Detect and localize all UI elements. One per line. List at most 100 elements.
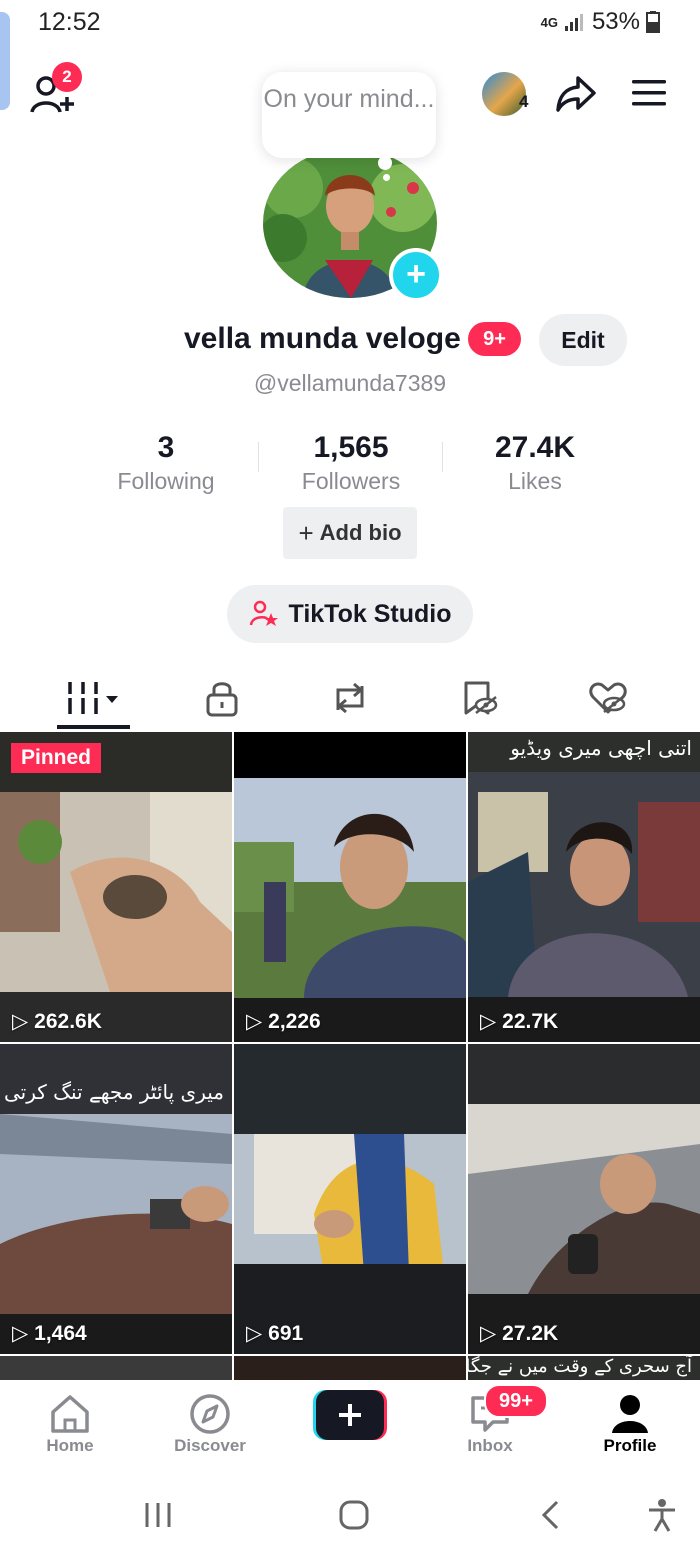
video-tile[interactable]: ▷ 2,226 [234, 732, 466, 1042]
stat-label: Followers [301, 468, 401, 494]
stat-label: Following [117, 468, 215, 494]
back-button[interactable] [520, 1490, 580, 1540]
video-caption: میری پائٹر مجھے تنگ کرتی ہے [0, 1080, 224, 1104]
view-count-value: 691 [268, 1321, 304, 1345]
add-bio-label: Add bio [319, 520, 402, 545]
stat-value: 3 [157, 431, 175, 464]
video-tile[interactable] [234, 1356, 466, 1382]
video-tile[interactable]: ▷ 27.2K [468, 1044, 700, 1354]
pinned-badge: Pinned [11, 743, 102, 773]
view-count: ▷ 22.7K [480, 1009, 558, 1034]
favorites-icon [464, 681, 498, 715]
view-count-value: 2,226 [268, 1009, 321, 1033]
tab-private[interactable] [172, 670, 272, 726]
nav-profile[interactable]: Profile [580, 1392, 680, 1456]
bubble-tail [378, 156, 392, 170]
plus-icon: + [298, 517, 314, 548]
accessibility-icon [649, 1499, 675, 1532]
home-icon [51, 1395, 89, 1433]
back-icon [541, 1500, 559, 1530]
play-icon: ▷ [480, 1010, 497, 1033]
battery-percent: 53% [591, 8, 640, 35]
battery-icon [646, 11, 660, 33]
home-system-button[interactable] [324, 1490, 384, 1540]
share-icon[interactable] [554, 72, 598, 116]
profile-icon [612, 1395, 648, 1433]
play-icon: ▷ [480, 1322, 497, 1345]
menu-icon[interactable] [630, 76, 668, 110]
stat-divider [258, 442, 259, 472]
tab-liked[interactable] [558, 670, 658, 726]
create-button[interactable] [313, 1390, 387, 1440]
video-grid: Pinned ▷ 262.6K ▷ 2,226 اتنی اچھی میری و… [0, 732, 700, 1382]
view-count: ▷ 2,226 [246, 1009, 321, 1034]
stat-following[interactable]: 3 Following [76, 430, 256, 495]
tab-reposts[interactable] [300, 670, 400, 726]
bubble-tail-dot [383, 174, 390, 181]
repost-icon [336, 682, 364, 714]
nav-inbox-label: Inbox [467, 1436, 513, 1455]
inbox-badge: 99+ [484, 1384, 548, 1418]
thought-bubble[interactable]: On your mind... [262, 72, 436, 158]
video-tile[interactable]: اتنی اچھی میری ویڈیو ▷ 22.7K [468, 732, 700, 1042]
account-count: 4 [519, 92, 529, 111]
username-badge[interactable]: 9+ [468, 322, 521, 356]
view-count-value: 1,464 [34, 1321, 87, 1345]
video-tile[interactable]: ▷ 691 [234, 1044, 466, 1354]
video-tile[interactable]: آج سحری کے وقت میں نے جگایا [468, 1356, 700, 1382]
studio-label: TikTok Studio [288, 599, 452, 628]
play-icon: ▷ [246, 1322, 263, 1345]
play-icon: ▷ [246, 1010, 263, 1033]
home-system-icon [339, 1500, 369, 1530]
stat-divider [442, 442, 443, 472]
view-count-value: 27.2K [502, 1321, 559, 1345]
add-story-button[interactable]: + [389, 248, 443, 302]
nav-discover[interactable]: Discover [160, 1392, 260, 1456]
video-caption: آج سحری کے وقت میں نے جگایا [468, 1356, 692, 1377]
nav-profile-label: Profile [603, 1436, 657, 1455]
view-count: ▷ 691 [246, 1321, 303, 1346]
compass-icon [190, 1394, 230, 1434]
lock-icon [206, 682, 238, 717]
thought-bubble-text: On your mind... [263, 85, 435, 113]
studio-icon [249, 600, 278, 626]
stat-value: 27.4K [494, 431, 576, 464]
stat-value: 1,565 [313, 431, 389, 464]
nav-home-label: Home [46, 1436, 94, 1455]
status-time: 12:52 [38, 8, 101, 36]
recent-apps-button[interactable] [128, 1490, 188, 1540]
liked-icon [589, 682, 627, 714]
nav-discover-label: Discover [174, 1436, 246, 1455]
active-tab-indicator [57, 725, 130, 729]
video-tile[interactable] [0, 1356, 232, 1382]
video-tile[interactable]: میری پائٹر مجھے تنگ کرتی ہے ▷1,464 [0, 1044, 232, 1354]
view-count: ▷ 262.6K [12, 1009, 102, 1034]
add-bio-button[interactable]: + Add bio [283, 507, 417, 559]
status-indicators: 4G 53% [541, 8, 660, 36]
videos-grid-icon [66, 682, 118, 714]
accessibility-button[interactable] [632, 1490, 692, 1540]
add-friend-badge: 2 [52, 62, 82, 92]
edge-panel-handle[interactable] [0, 12, 10, 110]
view-count-value: 22.7K [502, 1009, 559, 1033]
video-caption: اتنی اچھی میری ویڈیو [510, 736, 692, 760]
tab-favorites[interactable] [430, 670, 530, 726]
video-tile[interactable]: Pinned ▷ 262.6K [0, 732, 232, 1042]
tab-videos[interactable] [44, 670, 144, 726]
network-label: 4G [540, 14, 558, 30]
signal-icon [564, 14, 583, 31]
view-count: ▷ 27.2K [480, 1321, 558, 1346]
user-handle: @vellamunda7389 [253, 370, 447, 396]
view-count: ▷ 1,464 [12, 1321, 87, 1346]
stat-followers[interactable]: 1,565 Followers [261, 430, 441, 495]
stat-label: Likes [508, 468, 562, 494]
recent-apps-icon [145, 1503, 171, 1527]
edit-profile-button[interactable]: Edit [539, 314, 627, 366]
nav-home[interactable]: Home [20, 1392, 120, 1456]
play-icon: ▷ [12, 1322, 29, 1345]
stat-likes[interactable]: 27.4K Likes [445, 430, 625, 495]
username: vella munda veloge [184, 322, 461, 355]
view-count-value: 262.6K [34, 1009, 102, 1033]
play-icon: ▷ [12, 1010, 29, 1033]
tiktok-studio-button[interactable]: TikTok Studio [227, 585, 473, 643]
